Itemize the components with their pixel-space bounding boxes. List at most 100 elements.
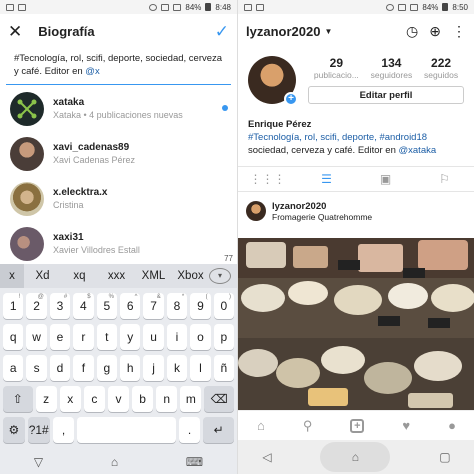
key[interactable]: 0) (213, 293, 235, 319)
key[interactable]: 2 @ (26, 293, 47, 319)
bio-input[interactable]: #Tecnología, rol, scifi, deporte, socied… (6, 48, 231, 85)
post-username[interactable]: lyzanor2020 (272, 201, 372, 212)
search-icon[interactable]: ⚲ (303, 418, 313, 434)
key[interactable]: h (120, 355, 141, 381)
suggestion-meta: xaxi31 Xavier Villodres Estall (53, 232, 140, 255)
stat-posts[interactable]: 29 publicacio... (314, 56, 359, 80)
suggestion-item[interactable]: xavi_cadenas89 Xavi Cadenas Pérez (0, 131, 237, 176)
prediction-item[interactable]: XML (135, 270, 172, 282)
key[interactable]: f (73, 355, 94, 381)
key[interactable]: n (156, 386, 178, 412)
tagged-icon[interactable]: ▣ (356, 167, 415, 191)
key[interactable]: i (166, 324, 188, 350)
symbols-key[interactable]: ?1# (27, 417, 50, 443)
bio-line-1[interactable]: #Tecnología, rol, scifi, deporte, #andro… (248, 131, 464, 144)
key[interactable]: t (96, 324, 117, 350)
key[interactable]: 7 & (143, 293, 164, 319)
key[interactable]: s (26, 355, 47, 381)
home-pill-icon[interactable]: ⌂ (320, 442, 391, 472)
suggestion-item[interactable]: xaxi31 Xavier Villodres Estall (0, 221, 237, 266)
add-user-icon[interactable]: ⊕ (429, 23, 441, 40)
prediction-item[interactable]: Xd (24, 270, 61, 282)
post-location[interactable]: Fromagerie Quatrehomme (272, 212, 372, 222)
key[interactable]: r (73, 324, 94, 350)
list-view-icon[interactable]: ☰ (297, 167, 356, 191)
key[interactable]: z (35, 386, 57, 412)
keyboard-icon[interactable]: ⌨ (186, 455, 203, 469)
stat-label: publicacio... (313, 70, 359, 80)
key[interactable]: j (143, 355, 164, 381)
avatar[interactable]: + (248, 56, 298, 106)
key[interactable]: b (132, 386, 154, 412)
key[interactable]: c (83, 386, 105, 412)
prediction-item[interactable]: x (0, 264, 24, 288)
key[interactable]: u (143, 324, 164, 350)
key[interactable]: 9( (190, 293, 211, 319)
status-bar: 84% 8:48 (0, 0, 237, 14)
suggestion-meta: xavi_cadenas89 Xavi Cadenas Pérez (53, 142, 135, 165)
shift-key[interactable]: ⇧ (2, 386, 33, 412)
key[interactable]: l (190, 355, 211, 381)
system-nav-bar: ▽ ⌂ ⌨ (0, 450, 237, 474)
prediction-item[interactable]: xxx (98, 270, 135, 282)
more-icon[interactable]: ⋮ (452, 23, 466, 40)
key[interactable]: o (190, 324, 211, 350)
profile-icon[interactable]: ● (448, 418, 456, 433)
key[interactable]: 5% (96, 293, 117, 319)
chevron-down-icon[interactable]: ▾ (209, 268, 231, 284)
close-icon[interactable]: ✕ (8, 23, 22, 40)
avatar[interactable] (246, 201, 266, 221)
chevron-down-icon[interactable]: ▼ (324, 27, 332, 36)
recents-icon[interactable]: ▢ (439, 450, 450, 464)
confirm-icon[interactable]: ✓ (215, 23, 229, 40)
key[interactable]: w (26, 324, 47, 350)
key[interactable]: 3 # (49, 293, 71, 319)
key[interactable]: k (166, 355, 188, 381)
key[interactable]: g (96, 355, 117, 381)
grid-view-icon[interactable]: ⋮⋮⋮ (238, 167, 297, 191)
status-bar: 84% 8:50 (238, 0, 474, 14)
bio-mention-link[interactable]: @xataka (399, 145, 437, 156)
key[interactable]: 6 ^ (120, 293, 141, 319)
key[interactable]: p (213, 324, 235, 350)
enter-key[interactable]: ↵ (203, 417, 234, 443)
key[interactable]: x (59, 386, 81, 412)
bio-input-text: #Tecnología, rol, scifi, deporte, socied… (14, 53, 223, 77)
key-label: 0 (220, 299, 228, 313)
comma-key[interactable]: , (52, 417, 75, 443)
key[interactable]: 1! (2, 293, 24, 319)
key[interactable]: ñ (213, 355, 235, 381)
prediction-item[interactable]: Xbox (172, 270, 209, 282)
key[interactable]: 4 $ (73, 293, 94, 319)
stat-followers[interactable]: 134 seguidores (371, 56, 413, 80)
key[interactable]: y (120, 324, 141, 350)
settings-key[interactable]: ⚙ (3, 417, 25, 443)
bookmark-icon[interactable]: ⚐ (415, 167, 474, 191)
add-story-icon[interactable]: + (284, 92, 298, 106)
backspace-key[interactable]: ⌫ (204, 386, 235, 412)
key[interactable]: e (49, 324, 71, 350)
account-switcher[interactable]: lyzanor2020 (246, 24, 320, 39)
heart-icon[interactable]: ♥ (402, 418, 410, 433)
suggestion-item[interactable]: x.elecktra.x Cristina (0, 176, 237, 221)
space-key[interactable] (77, 417, 176, 443)
back-icon[interactable]: ◁ (262, 450, 271, 464)
key[interactable]: a (2, 355, 24, 381)
battery-percent: 84% (422, 2, 439, 12)
stat-following[interactable]: 222 seguidos (424, 56, 458, 80)
back-icon[interactable]: ▽ (34, 455, 43, 469)
post-photo[interactable] (238, 238, 474, 410)
new-post-icon[interactable]: + (350, 418, 365, 433)
key[interactable]: 8 * (166, 293, 188, 319)
suggestion-item[interactable]: xataka Xataka • 4 publicaciones nuevas (0, 86, 237, 131)
key[interactable]: v (107, 386, 130, 412)
prediction-item[interactable]: xq (61, 270, 98, 282)
home-icon[interactable]: ⌂ (257, 418, 265, 433)
key[interactable]: d (49, 355, 71, 381)
edit-profile-button[interactable]: Editar perfil (308, 86, 464, 104)
period-key[interactable]: . (178, 417, 201, 443)
history-icon[interactable]: ◷ (406, 23, 418, 40)
key[interactable]: m (180, 386, 202, 412)
home-icon[interactable]: ⌂ (111, 455, 118, 469)
key[interactable]: q (2, 324, 24, 350)
